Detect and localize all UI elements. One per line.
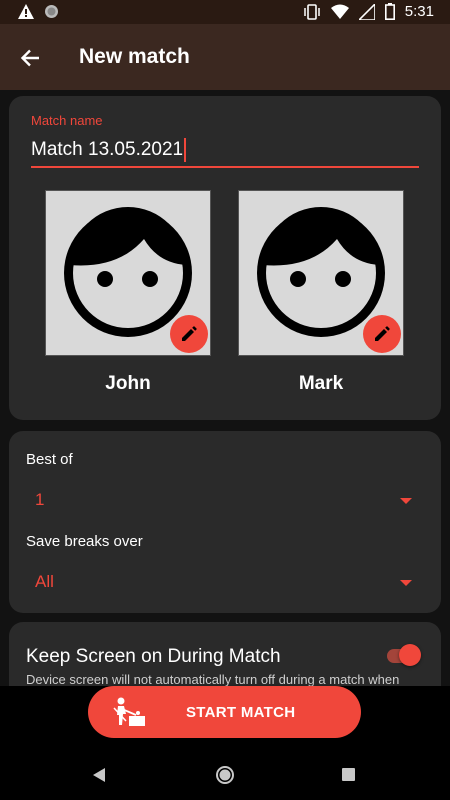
nav-back-icon[interactable] — [92, 767, 106, 783]
content-area[interactable]: Match name Match 13.05.2021 John Mark Be… — [0, 90, 450, 686]
dropdown-arrow-icon — [400, 580, 412, 586]
pencil-icon — [375, 326, 390, 341]
best-of-value: 1 — [35, 490, 45, 509]
status-right-icons: 5:31 — [303, 3, 434, 20]
status-bar: 5:31 — [0, 0, 450, 24]
player-two-avatar[interactable] — [238, 190, 404, 356]
circle-notification-icon — [45, 5, 58, 18]
player-one: John — [45, 190, 211, 395]
keep-screen-description: Device screen will not automatically tur… — [26, 672, 400, 686]
wifi-icon — [330, 4, 349, 19]
save-breaks-value: All — [35, 572, 54, 591]
vibrate-icon — [304, 3, 320, 20]
match-card: Match name Match 13.05.2021 John Mark — [9, 96, 441, 420]
bottom-action-area: START MATCH — [0, 686, 450, 752]
save-breaks-label: Save breaks over — [26, 533, 143, 550]
status-time: 5:31 — [404, 3, 434, 20]
start-match-button[interactable]: START MATCH — [88, 686, 361, 738]
match-name-input[interactable]: Match 13.05.2021 — [31, 138, 419, 168]
app-bar: New match — [0, 24, 450, 90]
nav-home-icon[interactable] — [215, 765, 235, 785]
pencil-icon — [182, 326, 197, 341]
edit-player-two-button[interactable] — [363, 315, 401, 353]
edit-player-one-button[interactable] — [170, 315, 208, 353]
match-name-value: Match 13.05.2021 — [31, 139, 184, 160]
player-two: Mark — [238, 190, 404, 395]
nav-recents-icon[interactable] — [342, 768, 355, 781]
back-button[interactable] — [14, 42, 46, 74]
arrow-back-icon — [20, 49, 39, 67]
battery-icon — [384, 3, 395, 20]
player-one-name: John — [105, 373, 151, 394]
keep-screen-card: Keep Screen on During Match Device scree… — [9, 622, 441, 686]
settings-card: Best of 1 Save breaks over All — [9, 431, 441, 613]
toggle-thumb — [399, 644, 421, 666]
save-breaks-select[interactable]: All — [26, 563, 426, 603]
warning-icon — [18, 4, 34, 19]
snooker-player-icon — [113, 697, 145, 726]
start-match-label: START MATCH — [186, 704, 296, 721]
status-left-icons — [18, 4, 59, 19]
player-one-avatar[interactable] — [45, 190, 211, 356]
best-of-label: Best of — [26, 451, 73, 468]
page-title: New match — [79, 45, 190, 68]
player-two-name: Mark — [298, 373, 344, 394]
best-of-select[interactable]: 1 — [26, 481, 426, 521]
dropdown-arrow-icon — [400, 498, 412, 504]
signal-icon — [358, 3, 375, 20]
keep-screen-toggle[interactable] — [385, 644, 421, 666]
keep-screen-title: Keep Screen on During Match — [26, 646, 281, 667]
match-name-label: Match name — [31, 113, 103, 128]
system-nav-bar — [0, 752, 450, 800]
text-caret — [184, 138, 187, 162]
